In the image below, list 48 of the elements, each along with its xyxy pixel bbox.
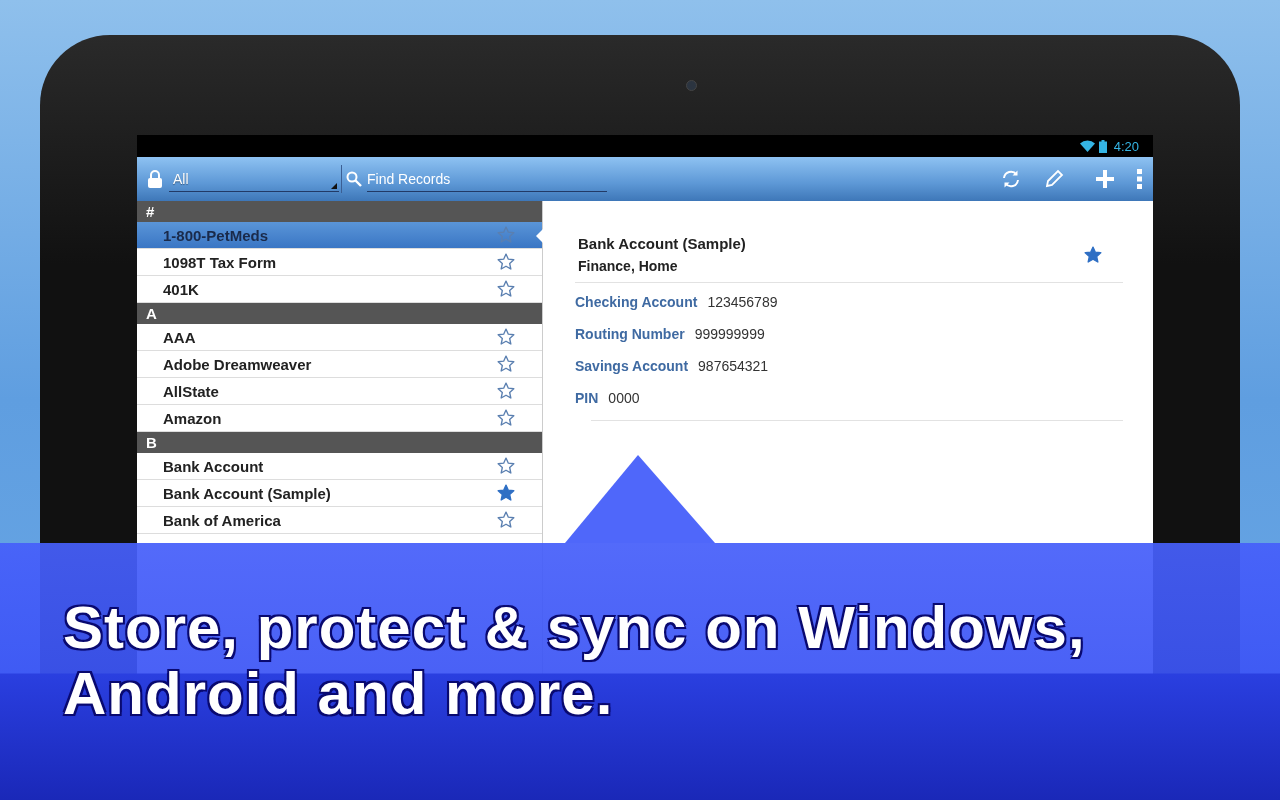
camera-lens <box>686 80 697 91</box>
star-outline-icon[interactable] <box>496 252 516 272</box>
add-icon[interactable] <box>1095 169 1115 189</box>
search-icon <box>346 171 362 187</box>
star-outline-icon[interactable] <box>496 381 516 401</box>
field-label: Savings Account <box>575 358 689 374</box>
field-value: 987654321 <box>698 358 769 374</box>
field-value: 123456789 <box>707 294 778 310</box>
record-name: Bank of America <box>163 511 281 529</box>
record-name: 1098T Tax Form <box>163 253 277 271</box>
sync-icon[interactable] <box>1001 169 1021 189</box>
filled-star-icon[interactable] <box>1083 244 1103 265</box>
star-outline-icon[interactable] <box>496 327 516 347</box>
star-outline-icon[interactable] <box>496 279 516 299</box>
field-value: 0000 <box>608 390 640 406</box>
wifi-icon <box>1079 140 1095 152</box>
record-name: AAA <box>163 328 196 346</box>
search-field[interactable]: Find Records <box>367 166 607 192</box>
section-header: B <box>137 432 542 453</box>
star-outline-icon[interactable] <box>496 408 516 428</box>
field-label: Checking Account <box>575 294 698 310</box>
field-label: Routing Number <box>575 326 685 342</box>
record-name: 401K <box>163 280 199 298</box>
clock-time: 4:20 <box>1113 138 1139 154</box>
star-outline-icon[interactable] <box>496 456 516 476</box>
pencil-icon[interactable] <box>1043 168 1065 190</box>
record-name: AllState <box>163 382 219 400</box>
overflow-menu-icon[interactable] <box>1137 169 1143 189</box>
battery-icon <box>1098 139 1107 153</box>
headline-line: Store, protect & sync on Windows, <box>63 595 1086 661</box>
section-header: # <box>137 201 542 222</box>
star-outline-icon[interactable] <box>496 225 516 245</box>
record-name: 1-800-PetMeds <box>163 226 269 244</box>
record-name: Bank Account (Sample) <box>163 484 331 502</box>
filled-star-icon[interactable] <box>496 483 516 503</box>
lock-icon <box>147 170 163 188</box>
record-tags: Finance, Home <box>578 258 746 274</box>
record-name: Amazon <box>163 409 222 427</box>
record-name: Adobe Dreamweaver <box>163 355 312 373</box>
headline-line: Android and more. <box>63 661 614 727</box>
field-label: PIN <box>575 390 599 406</box>
section-header: A <box>137 303 542 324</box>
star-outline-icon[interactable] <box>496 354 516 374</box>
star-outline-icon[interactable] <box>496 510 516 530</box>
record-name: Bank Account <box>163 457 264 475</box>
record-row[interactable]: 1-800-PetMeds <box>137 222 542 249</box>
record-title: Bank Account (Sample) <box>578 235 746 252</box>
field-value: 999999999 <box>694 326 765 342</box>
